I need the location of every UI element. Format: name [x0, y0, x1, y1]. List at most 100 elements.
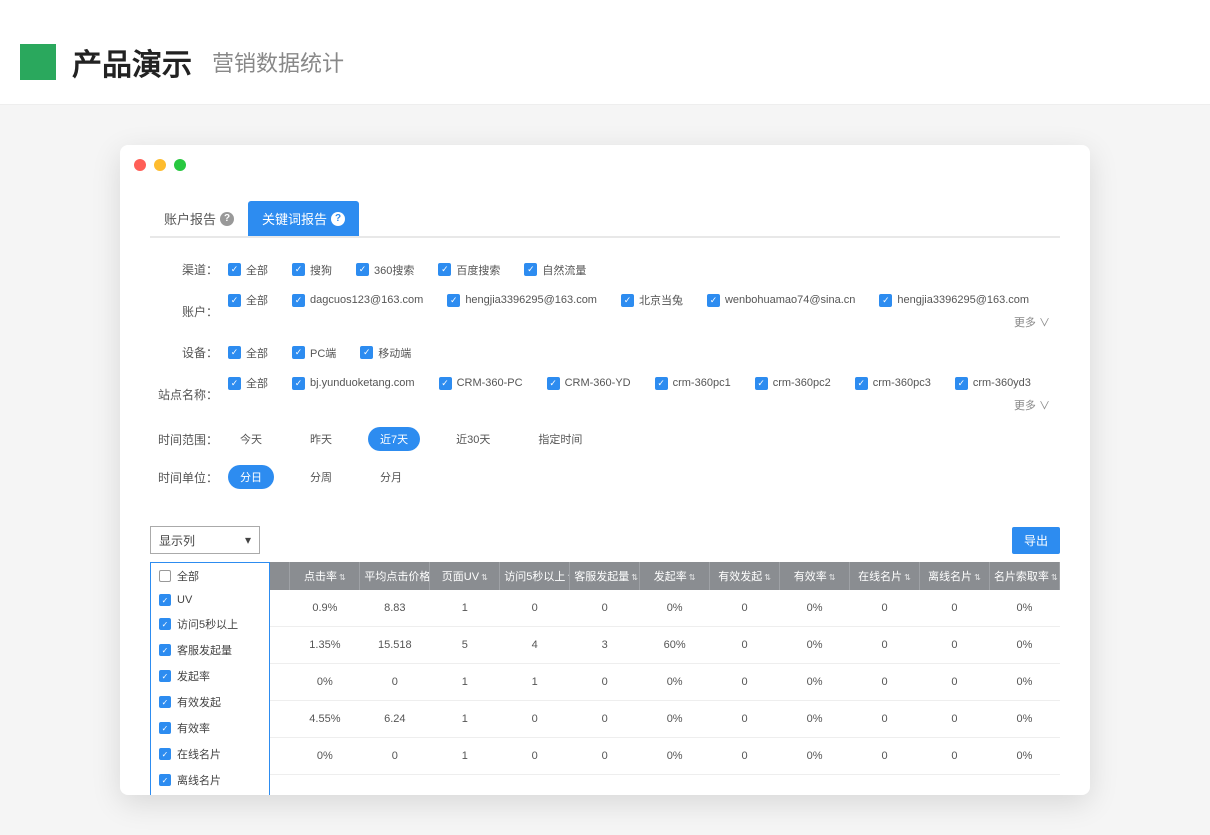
column-option[interactable]: 全部 — [151, 563, 269, 589]
table-cell: 0 — [570, 664, 640, 701]
checkbox-icon: ✓ — [655, 377, 668, 390]
column-selector-dropdown[interactable]: 全部✓UV✓访问5秒以上✓客服发起量✓发起率✓有效发起✓有效率✓在线名片✓离线名… — [150, 562, 270, 795]
checkbox-icon: ✓ — [228, 294, 241, 307]
checkbox-icon: ✓ — [439, 377, 452, 390]
range-option[interactable]: 今天 — [228, 427, 274, 451]
filter-option[interactable]: ✓crm-360yd3 — [955, 377, 1031, 390]
export-button[interactable]: 导出 — [1012, 527, 1060, 554]
checkbox-icon: ✓ — [707, 294, 720, 307]
filter-option[interactable]: ✓360搜索 — [356, 262, 414, 278]
table-cell: 0 — [570, 701, 640, 738]
checkbox-icon — [159, 570, 171, 582]
more-link[interactable]: 更多 ∨ — [1014, 314, 1060, 330]
column-header[interactable]: 有效发起⇅ — [710, 562, 780, 590]
filter-option[interactable]: ✓wenbohuamao74@sina.cn — [707, 294, 855, 307]
range-option[interactable]: 近30天 — [444, 427, 502, 451]
filter-option[interactable]: ✓搜狗 — [292, 262, 332, 278]
filter-option[interactable]: ✓百度搜索 — [438, 262, 500, 278]
filter-option[interactable]: ✓hengjia3396295@163.com — [447, 294, 597, 307]
filter-option[interactable]: ✓crm-360pc1 — [655, 377, 731, 390]
column-option[interactable]: ✓有效率 — [151, 715, 269, 741]
checkbox-icon: ✓ — [292, 294, 305, 307]
help-icon[interactable]: ? — [220, 212, 234, 226]
filter-option[interactable]: ✓crm-360pc2 — [755, 377, 831, 390]
column-header[interactable]: 名片索取率⇅ — [989, 562, 1059, 590]
filter-option[interactable]: ✓CRM-360-PC — [439, 377, 523, 390]
filter-label: 渠道： — [150, 261, 218, 278]
filter-option[interactable]: ✓CRM-360-YD — [547, 377, 631, 390]
table-cell: 1 — [430, 738, 500, 775]
checkbox-icon: ✓ — [621, 294, 634, 307]
column-option[interactable]: ✓名片索取率 — [151, 793, 269, 795]
sort-icon: ⇅ — [481, 573, 488, 582]
column-header[interactable]: 点击率⇅ — [290, 562, 360, 590]
column-option[interactable]: ✓UV — [151, 589, 269, 611]
column-header[interactable]: 离线名片⇅ — [919, 562, 989, 590]
dropdown-label: 显示列 — [159, 532, 195, 549]
column-option[interactable]: ✓离线名片 — [151, 767, 269, 793]
table-cell: 0 — [570, 590, 640, 627]
range-option[interactable]: 分月 — [368, 465, 414, 489]
filter-option[interactable]: ✓bj.yunduoketang.com — [292, 377, 415, 390]
column-header[interactable]: 平均点击价格(元)⇅ — [360, 562, 430, 590]
table-cell: 0 — [570, 738, 640, 775]
filter-option[interactable]: ✓hengjia3396295@163.com — [879, 294, 1029, 307]
sort-icon: ⇅ — [764, 573, 771, 582]
range-option[interactable]: 分周 — [298, 465, 344, 489]
range-option[interactable]: 昨天 — [298, 427, 344, 451]
tab-keyword-report[interactable]: 关键词报告 ? — [248, 201, 359, 236]
column-option[interactable]: ✓有效发起 — [151, 689, 269, 715]
filter-option[interactable]: ✓全部 — [228, 262, 268, 278]
table-cell: 0% — [640, 701, 710, 738]
table-cell: 0% — [989, 701, 1059, 738]
filter-option[interactable]: ✓自然流量 — [524, 262, 586, 278]
table-row: bj-云朵课堂0.9%8.831000%00%000% — [150, 590, 1060, 627]
window-controls — [120, 145, 1090, 201]
filter-options: ✓全部 ✓dagcuos123@163.com ✓hengjia3396295@16… — [228, 292, 1060, 330]
filter-option[interactable]: ✓北京当兔 — [621, 292, 683, 308]
table-cell: 0 — [850, 738, 920, 775]
filter-option[interactable]: ✓全部 — [228, 345, 268, 361]
checkbox-icon: ✓ — [159, 618, 171, 630]
column-option[interactable]: ✓客服发起量 — [151, 637, 269, 663]
column-option[interactable]: ✓在线名片 — [151, 741, 269, 767]
table-cell: 60% — [640, 627, 710, 664]
chevron-down-icon: ∨ — [1039, 317, 1050, 329]
filter-option[interactable]: ✓全部 — [228, 292, 268, 308]
help-icon[interactable]: ? — [331, 212, 345, 226]
column-header[interactable]: 访问5秒以上⇅ — [500, 562, 570, 590]
filter-label: 时间单位： — [150, 469, 218, 486]
table-cell: 0% — [640, 590, 710, 627]
filter-option[interactable]: ✓移动端 — [360, 345, 411, 361]
table-cell: 4 — [500, 627, 570, 664]
column-header[interactable]: 页面UV⇅ — [430, 562, 500, 590]
column-option[interactable]: ✓访问5秒以上 — [151, 611, 269, 637]
column-selector-button[interactable]: 显示列 ▾ — [150, 526, 260, 554]
table-body: bj-云朵课堂0.9%8.831000%00%000%bj-云朵课堂1.35%1… — [150, 590, 1060, 775]
filter-option[interactable]: ✓dagcuos123@163.com — [292, 294, 423, 307]
minimize-icon[interactable] — [154, 159, 166, 171]
tab-account-report[interactable]: 账户报告 ? — [150, 201, 248, 236]
filter-options: ✓全部 ✓bj.yunduoketang.com ✓CRM-360-PC ✓CRM-3… — [228, 375, 1060, 413]
close-icon[interactable] — [134, 159, 146, 171]
range-option[interactable]: 指定时间 — [526, 427, 594, 451]
column-header[interactable]: 在线名片⇅ — [850, 562, 920, 590]
column-option[interactable]: ✓发起率 — [151, 663, 269, 689]
range-option[interactable]: 分日 — [228, 465, 274, 489]
column-header[interactable]: 有效率⇅ — [780, 562, 850, 590]
table-cell: 0 — [919, 664, 989, 701]
more-link[interactable]: 更多 ∨ — [1014, 397, 1060, 413]
accent-block — [20, 44, 56, 80]
maximize-icon[interactable] — [174, 159, 186, 171]
checkbox-icon: ✓ — [159, 748, 171, 760]
range-option[interactable]: 近7天 — [368, 427, 420, 451]
filter-option[interactable]: ✓crm-360pc3 — [855, 377, 931, 390]
checkbox-icon: ✓ — [292, 263, 305, 276]
filter-option[interactable]: ✓全部 — [228, 375, 268, 391]
column-header[interactable]: 客服发起量⇅ — [570, 562, 640, 590]
checkbox-icon: ✓ — [159, 774, 171, 786]
column-header[interactable]: 发起率⇅ — [640, 562, 710, 590]
filter-option[interactable]: ✓PC端 — [292, 345, 336, 361]
table-cell: 0 — [850, 664, 920, 701]
table-cell: 1 — [430, 701, 500, 738]
